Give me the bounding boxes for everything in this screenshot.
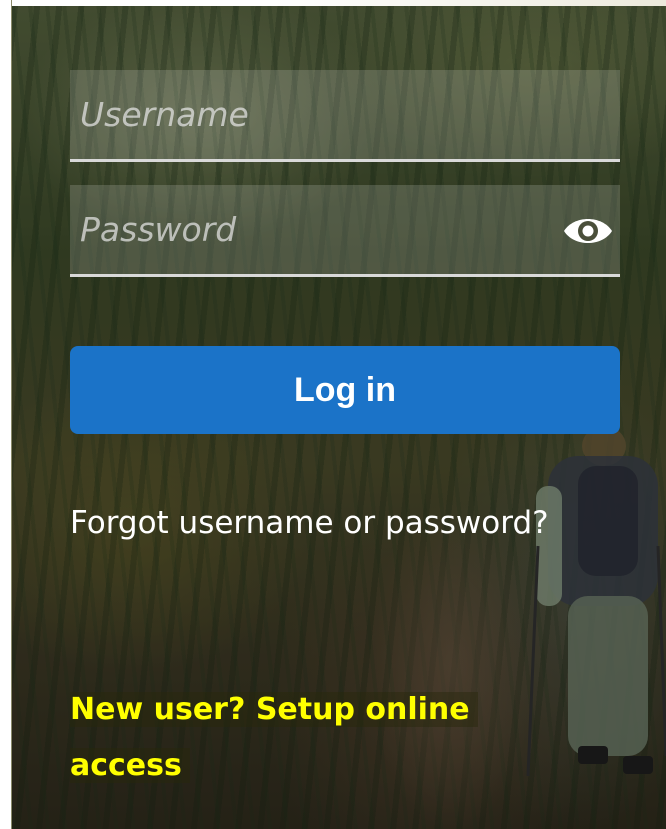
eye-icon[interactable] [562,211,614,251]
password-field [70,185,620,277]
password-input[interactable] [70,185,620,274]
forgot-credentials-link[interactable]: Forgot username or password? [70,505,549,541]
window-left-edge [0,0,12,829]
new-user-setup-label: New user? Setup online access [70,692,478,783]
login-button[interactable]: Log in [70,346,620,434]
username-field [70,70,620,162]
username-input[interactable] [70,70,620,159]
login-panel: Log in Forgot username or password? New … [0,0,666,829]
new-user-setup-link[interactable]: New user? Setup online access [70,682,590,794]
